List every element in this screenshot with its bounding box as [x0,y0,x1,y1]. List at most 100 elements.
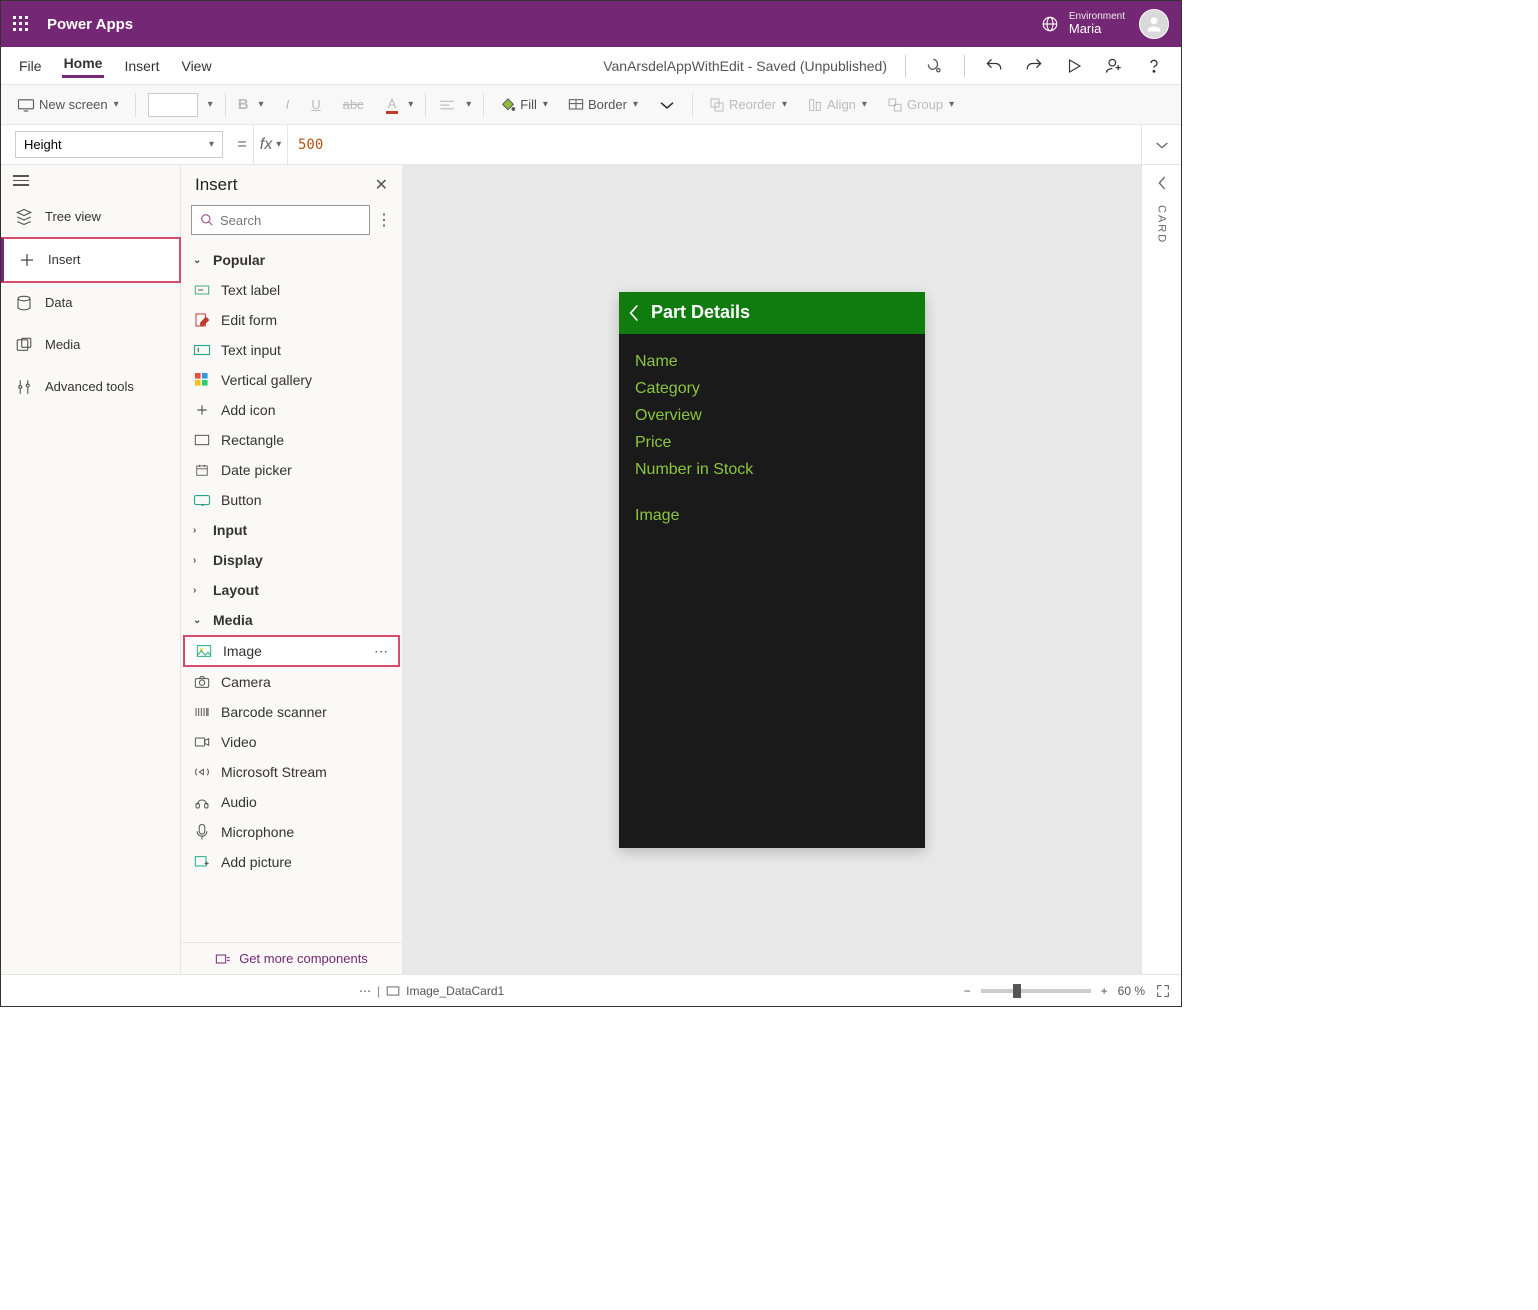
new-screen-button[interactable]: New screen▾ [13,95,123,114]
category-label: Input [213,522,247,538]
back-icon[interactable] [627,303,641,323]
app-checker-icon[interactable] [924,55,946,77]
status-more[interactable]: ⋯ [359,984,371,998]
item-rectangle[interactable]: Rectangle [181,425,402,455]
reorder-label: Reorder [729,97,776,112]
formula-expand-button[interactable] [1141,125,1181,164]
rail-label: Advanced tools [45,379,134,394]
rail-tree-view[interactable]: Tree view [1,196,180,238]
insert-more-button[interactable]: ⋮ [376,210,392,230]
separator [483,93,484,117]
menu-right: VanArsdelAppWithEdit - Saved (Unpublishe… [603,55,1165,77]
item-edit-form[interactable]: Edit form [181,305,402,335]
category-media[interactable]: ⌄Media [181,605,402,635]
item-vertical-gallery[interactable]: Vertical gallery [181,365,402,395]
item-microphone[interactable]: Microphone [181,817,402,847]
rail-media[interactable]: Media [1,324,180,366]
item-video[interactable]: Video [181,727,402,757]
redo-button[interactable] [1023,55,1045,77]
help-button[interactable] [1143,55,1165,77]
phone-preview[interactable]: Part Details Name Category Overview Pric… [619,292,925,848]
item-more-button[interactable]: ⋯ [374,643,388,660]
zoom-in-button[interactable]: + [1101,984,1108,998]
app-launcher-icon[interactable] [13,16,29,32]
microphone-icon [193,823,211,841]
underline-icon[interactable]: U [311,97,320,112]
equals-label: = [231,125,253,164]
item-button[interactable]: Button [181,485,402,515]
field-label: Category [635,380,909,398]
rail-data[interactable]: Data [1,282,180,324]
category-layout[interactable]: ›Layout [181,575,402,605]
item-stream[interactable]: Microsoft Stream [181,757,402,787]
fx-button[interactable]: fx▾ [253,125,287,164]
breadcrumb[interactable]: Image_DataCard1 [406,984,504,998]
align-icon[interactable] [438,98,456,112]
align-button[interactable]: Align▾ [803,95,871,115]
rail-advanced-tools[interactable]: Advanced tools [1,366,180,408]
category-popular[interactable]: ⌄Popular [181,245,402,275]
font-selector[interactable] [148,93,198,117]
reorder-button[interactable]: Reorder▾ [705,95,791,115]
item-barcode[interactable]: Barcode scanner [181,697,402,727]
environment-block[interactable]: Environment Maria [1041,11,1125,36]
item-image[interactable]: Image⋯ [183,635,400,667]
more-button[interactable] [654,97,680,113]
search-icon [200,213,214,227]
italic-icon[interactable]: I [286,97,290,112]
border-button[interactable]: Border▾ [564,95,642,114]
item-camera[interactable]: Camera [181,667,402,697]
video-icon [193,733,211,751]
zoom-slider[interactable] [981,989,1091,993]
strikethrough-icon[interactable]: abc [343,97,364,112]
field-label: Name [635,353,909,371]
item-add-icon[interactable]: Add icon [181,395,402,425]
close-panel-button[interactable]: ✕ [375,175,388,195]
text-format-group: B▾ I U abc A▾ [238,96,414,114]
user-avatar[interactable] [1139,9,1169,39]
item-add-picture[interactable]: Add picture [181,847,402,877]
formula-input[interactable]: 500 [287,125,1141,164]
reorder-icon [709,97,725,113]
menu-tab-file[interactable]: File [17,56,44,76]
item-audio[interactable]: Audio [181,787,402,817]
rail-label: Media [45,337,80,352]
insert-panel-title: Insert [195,175,238,195]
insert-search-row: Search ⋮ [181,201,402,245]
fit-screen-icon[interactable] [1155,983,1171,999]
bold-icon[interactable]: B [238,96,249,113]
properties-rail[interactable]: CARD [1141,165,1181,974]
undo-button[interactable] [983,55,1005,77]
menu-tab-view[interactable]: View [179,56,213,76]
item-text-input[interactable]: Text input [181,335,402,365]
separator [225,93,226,117]
property-selector[interactable]: Height ▾ [15,131,223,158]
rail-collapse-button[interactable] [1,165,180,196]
font-color-icon[interactable]: A [386,96,399,114]
play-button[interactable] [1063,55,1085,77]
search-placeholder: Search [220,213,261,228]
category-input[interactable]: ›Input [181,515,402,545]
add-picture-icon [193,853,211,871]
insert-search-input[interactable]: Search [191,205,370,235]
category-label: Media [213,612,253,628]
category-label: Popular [213,252,265,268]
menu-tab-home[interactable]: Home [62,53,105,78]
item-label: Barcode scanner [221,704,327,720]
separator [135,93,136,117]
insert-list[interactable]: ⌄Popular Text label Edit form Text input… [181,245,402,942]
get-more-components[interactable]: Get more components [181,942,402,974]
item-text-label[interactable]: Text label [181,275,402,305]
fill-button[interactable]: Fill▾ [496,95,552,115]
zoom-out-button[interactable]: − [964,984,971,998]
category-display[interactable]: ›Display [181,545,402,575]
item-date-picker[interactable]: Date picker [181,455,402,485]
menu-tab-insert[interactable]: Insert [122,56,161,76]
canvas-area[interactable]: Part Details Name Category Overview Pric… [403,165,1141,974]
share-button[interactable] [1103,55,1125,77]
rail-insert[interactable]: Insert [1,237,181,283]
status-bar: ⋯ | Image_DataCard1 − + 60 % [1,974,1181,1006]
group-button[interactable]: Group▾ [883,95,958,115]
item-label: Add picture [221,854,292,870]
document-title: VanArsdelAppWithEdit - Saved (Unpublishe… [603,58,887,74]
